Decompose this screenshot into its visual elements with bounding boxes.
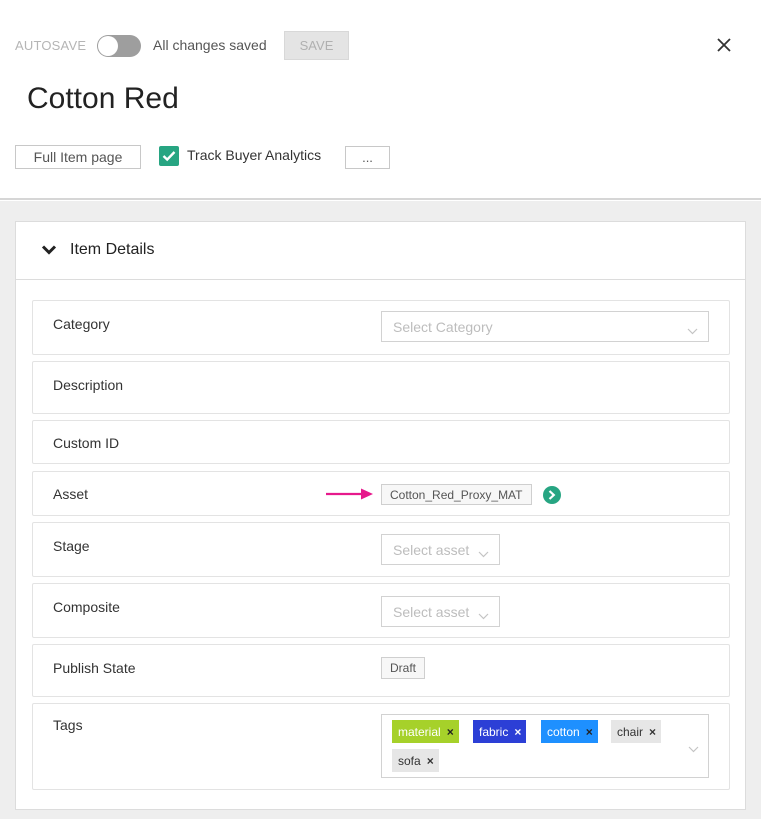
tag-remove-icon[interactable]: ×	[586, 725, 593, 739]
tags-input[interactable]: material × fabric × cotton × chair × sof…	[381, 714, 709, 778]
description-label: Description	[53, 377, 124, 393]
chevron-down-icon	[478, 545, 489, 561]
stage-label: Stage	[53, 538, 90, 554]
field-row-custom-id[interactable]: Custom ID	[32, 420, 730, 464]
arrow-right-icon	[325, 486, 375, 507]
tag-chip[interactable]: chair ×	[611, 720, 662, 743]
more-options-button[interactable]: ...	[345, 146, 390, 169]
tag-chip[interactable]: cotton ×	[541, 720, 598, 743]
tags-label: Tags	[53, 717, 83, 733]
asset-chip[interactable]: Cotton_Red_Proxy_MAT	[381, 484, 532, 505]
page-title: Cotton Red	[27, 82, 179, 115]
autosave-label: AUTOSAVE	[15, 38, 87, 53]
tag-remove-icon[interactable]: ×	[427, 754, 434, 768]
field-row-stage: Stage Select asset	[32, 522, 730, 577]
track-analytics-checkbox[interactable]	[159, 146, 179, 166]
tag-label: sofa	[398, 753, 421, 768]
composite-select[interactable]: Select asset	[381, 596, 500, 627]
category-select[interactable]: Select Category	[381, 311, 709, 342]
category-label: Category	[53, 316, 110, 332]
tag-label: material	[398, 724, 441, 739]
composite-placeholder: Select asset	[393, 603, 470, 620]
tag-remove-icon[interactable]: ×	[649, 725, 656, 739]
tag-label: chair	[617, 724, 644, 739]
autosave-toggle[interactable]	[97, 35, 141, 57]
track-analytics-label: Track Buyer Analytics	[187, 147, 322, 163]
tag-label: cotton	[547, 724, 580, 739]
asset-label: Asset	[53, 486, 89, 502]
field-row-publish-state: Publish State Draft	[32, 644, 730, 697]
chevron-down-icon	[478, 607, 489, 623]
checkmark-icon	[162, 151, 176, 162]
chevron-down-icon[interactable]	[41, 243, 57, 261]
custom-id-label: Custom ID	[53, 435, 120, 451]
chevron-down-icon	[687, 322, 698, 338]
chevron-down-icon[interactable]	[688, 740, 699, 758]
field-row-category: Category Select Category	[32, 300, 730, 355]
item-details-panel: Item Details Category Select Category De…	[15, 221, 746, 810]
tag-chip[interactable]: sofa ×	[392, 749, 439, 772]
full-item-page-button[interactable]: Full Item page	[15, 145, 141, 169]
tag-remove-icon[interactable]: ×	[514, 725, 521, 739]
category-placeholder: Select Category	[393, 318, 493, 335]
save-button[interactable]: SAVE	[284, 31, 349, 60]
field-row-tags: Tags material × fabric × cotton × chair …	[32, 703, 730, 790]
composite-label: Composite	[53, 599, 120, 615]
tag-chip[interactable]: material ×	[392, 720, 459, 743]
tag-remove-icon[interactable]: ×	[447, 725, 454, 739]
save-status-text: All changes saved	[153, 37, 267, 53]
stage-placeholder: Select asset	[393, 541, 470, 558]
field-row-composite: Composite Select asset	[32, 583, 730, 638]
field-row-asset: Asset Cotton_Red_Proxy_MAT	[32, 471, 730, 516]
autosave-toggle-knob	[98, 36, 118, 56]
tag-label: fabric	[479, 724, 509, 739]
field-row-description[interactable]: Description	[32, 361, 730, 414]
stage-select[interactable]: Select asset	[381, 534, 500, 565]
publish-state-badge[interactable]: Draft	[381, 657, 426, 679]
go-to-asset-icon[interactable]	[543, 486, 561, 504]
item-header: AUTOSAVE All changes saved SAVE Cotton R…	[0, 0, 761, 200]
item-details-header[interactable]: Item Details	[16, 222, 745, 280]
item-details-title: Item Details	[70, 241, 155, 258]
tag-chip[interactable]: fabric ×	[473, 720, 527, 743]
publish-state-label: Publish State	[53, 660, 136, 676]
close-icon[interactable]	[712, 33, 736, 57]
